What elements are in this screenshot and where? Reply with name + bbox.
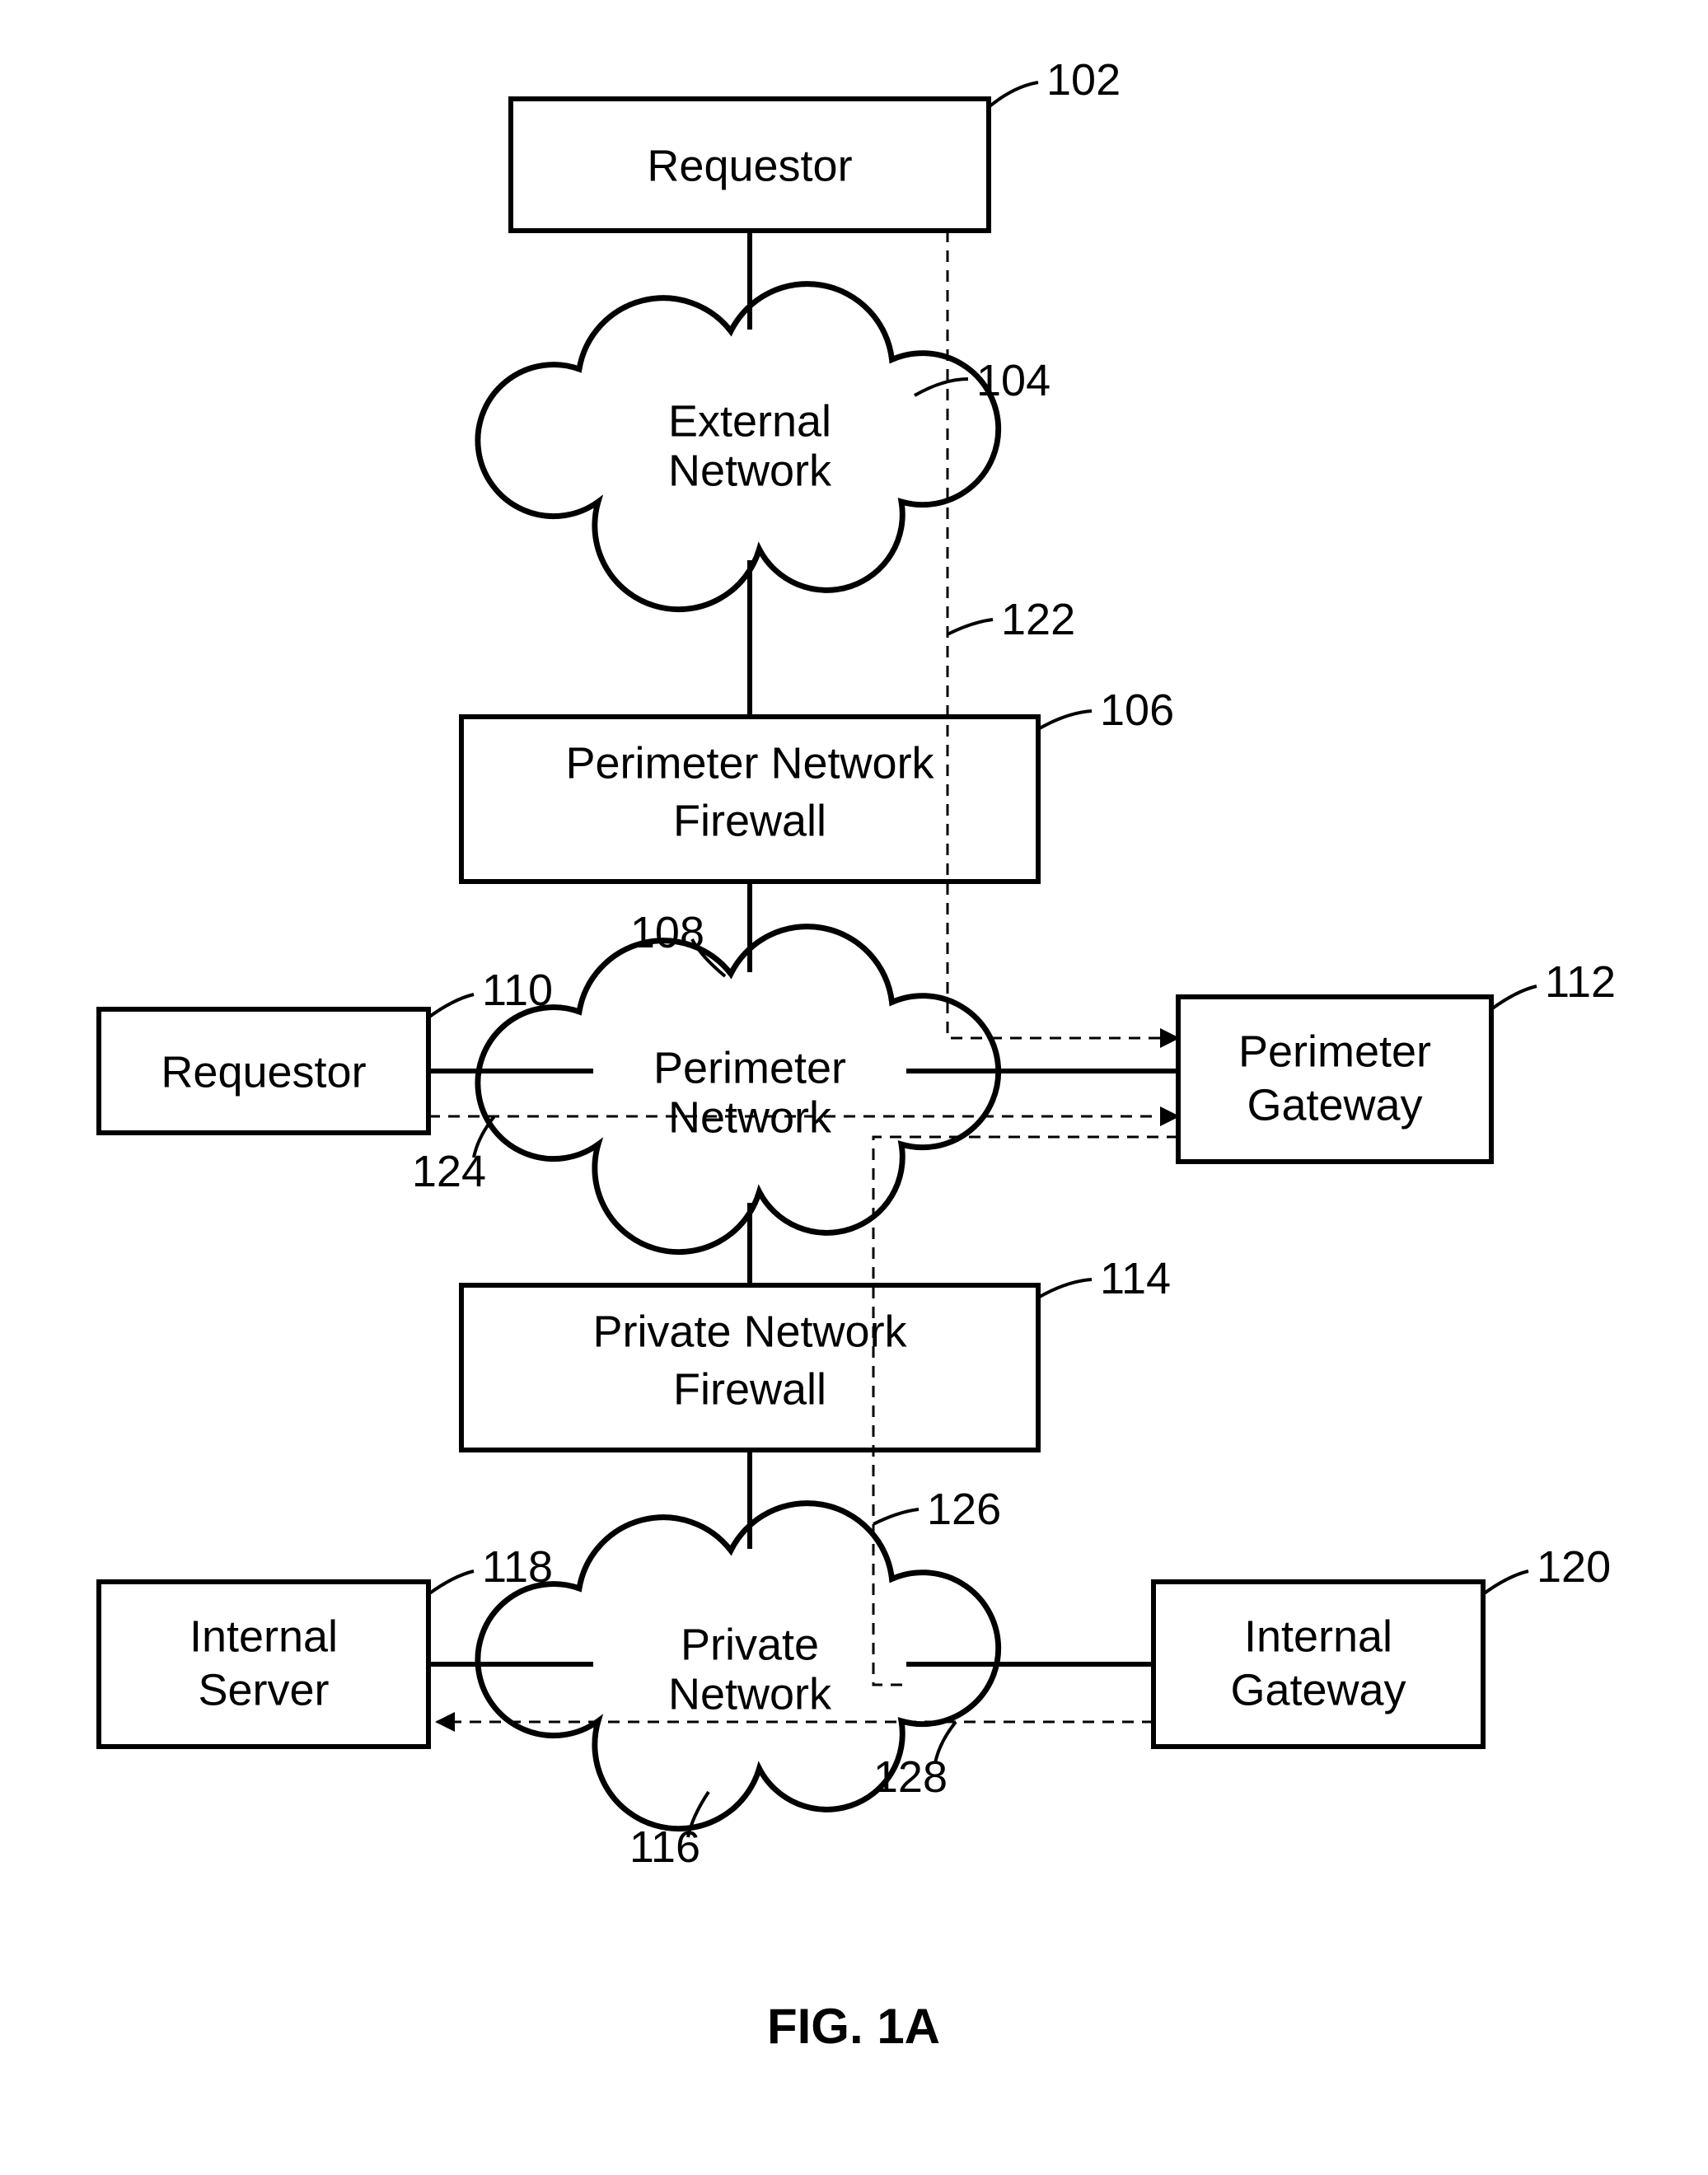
- private-firewall-label2: Firewall: [673, 1364, 826, 1414]
- ref-120: 120: [1537, 1542, 1611, 1592]
- perimeter-gateway-label1: Perimeter: [1238, 1027, 1431, 1076]
- perimeter-network-label1: Perimeter: [653, 1043, 846, 1092]
- private-network-label2: Network: [668, 1669, 832, 1719]
- ref-112: 112: [1545, 957, 1616, 1007]
- perimeter-firewall-label1: Perimeter Network: [565, 738, 934, 788]
- ref-124: 124: [412, 1147, 486, 1196]
- ref-126: 126: [927, 1485, 1001, 1534]
- external-network-cloud: External Network: [478, 284, 999, 610]
- ref-108: 108: [630, 908, 704, 957]
- private-firewall-box: Private Network Firewall: [461, 1285, 1038, 1450]
- ref-116: 116: [629, 1822, 700, 1872]
- ref-128: 128: [873, 1752, 948, 1802]
- internal-gateway-label2: Gateway: [1230, 1665, 1406, 1714]
- requestor-left-box: Requestor: [99, 1009, 428, 1133]
- private-firewall-label1: Private Network: [592, 1307, 907, 1356]
- requestor-top-label: Requestor: [647, 141, 852, 190]
- private-network-label1: Private: [681, 1620, 819, 1669]
- internal-gateway-box: Internal Gateway: [1153, 1582, 1483, 1747]
- ref-114: 114: [1100, 1254, 1171, 1303]
- external-network-label2: Network: [668, 446, 832, 495]
- perimeter-network-cloud: Perimeter Network: [478, 927, 999, 1252]
- ref-110: 110: [482, 966, 553, 1015]
- figure-caption: FIG. 1A: [767, 1999, 940, 2054]
- external-network-label1: External: [668, 396, 831, 446]
- internal-server-box: Internal Server: [99, 1582, 428, 1747]
- requestor-top-box: Requestor: [511, 99, 989, 231]
- ref-104: 104: [976, 356, 1051, 405]
- perimeter-gateway-label2: Gateway: [1247, 1080, 1422, 1130]
- perimeter-firewall-box: Perimeter Network Firewall: [461, 717, 1038, 882]
- internal-server-label1: Internal: [190, 1611, 338, 1661]
- perimeter-gateway-box: Perimeter Gateway: [1178, 997, 1491, 1162]
- ref-102: 102: [1046, 55, 1121, 105]
- internal-server-label2: Server: [198, 1665, 329, 1714]
- ref-118: 118: [482, 1542, 553, 1592]
- perimeter-firewall-label2: Firewall: [673, 796, 826, 845]
- internal-gateway-label1: Internal: [1244, 1611, 1392, 1661]
- ref-122: 122: [1001, 595, 1075, 644]
- ref-106: 106: [1100, 685, 1174, 735]
- requestor-left-label: Requestor: [161, 1047, 366, 1097]
